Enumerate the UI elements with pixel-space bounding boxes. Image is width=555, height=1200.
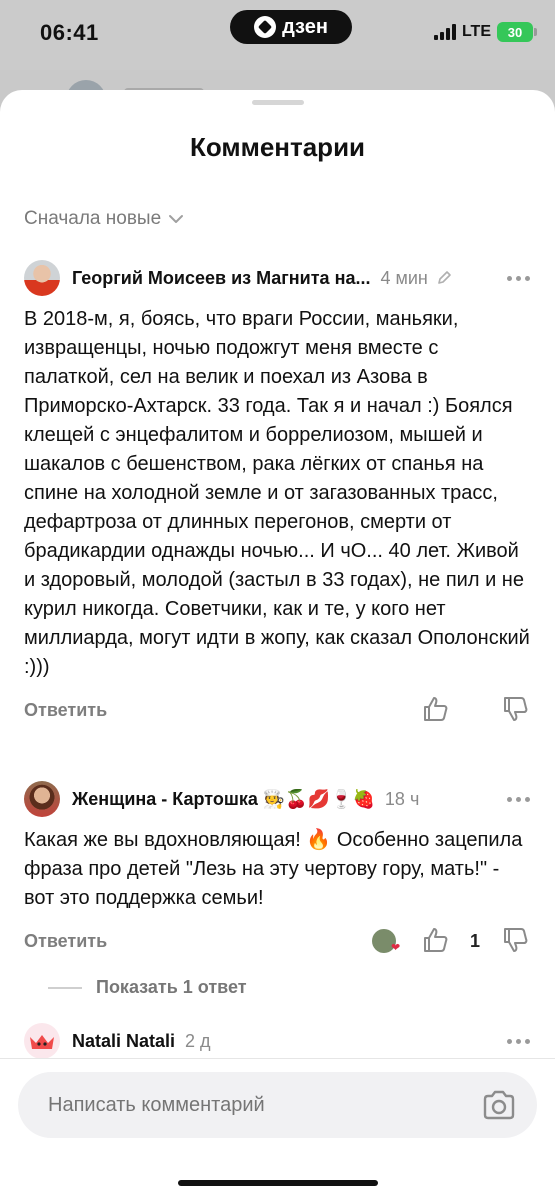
status-time: 06:41 (40, 20, 99, 45)
pencil-icon (438, 271, 451, 284)
comment-header: Георгий Моисеев из Магнита на... 4 мин (24, 259, 534, 297)
comment-time: 4 мин (380, 267, 428, 288)
dzen-logo-icon (254, 16, 277, 38)
signal-icon (433, 24, 456, 40)
comment-text: Какая же вы вдохновляющая! 🔥 Особенно за… (24, 829, 523, 909)
comment-input[interactable] (48, 1093, 479, 1117)
camera-icon[interactable] (479, 1085, 519, 1125)
thread-line (48, 986, 82, 989)
more-dots-icon[interactable] (503, 272, 534, 285)
comment-item: Георгий Моисеев из Магнита на... 4 мин В… (24, 259, 534, 732)
sort-dropdown[interactable]: Сначала новые (24, 208, 185, 230)
chevron-down-icon (169, 215, 184, 223)
status-bar: 06:41 дзен LTE 30 (0, 0, 555, 70)
thumbs-down-icon[interactable] (500, 925, 530, 955)
show-replies-button[interactable]: Показать 1 ответ (48, 977, 247, 998)
comment-item: Natali Natali 2 д (24, 1022, 534, 1060)
status-indicators: LTE 30 (433, 22, 537, 42)
battery-icon: 30 (497, 22, 537, 42)
comment-composer (18, 1072, 537, 1138)
comment-text: В 2018-м, я, боясь, что враги России, ма… (24, 308, 530, 678)
avatar[interactable] (24, 260, 60, 296)
comment-author[interactable]: Георгий Моисеев из Магнита на... (72, 268, 370, 289)
default-avatar-icon (30, 1035, 54, 1049)
network-label: LTE (461, 23, 491, 40)
more-dots-icon[interactable] (503, 1035, 534, 1048)
thumbs-up-icon[interactable] (420, 694, 450, 724)
reply-button[interactable]: Ответить (24, 931, 107, 952)
sheet-title: Комментарии (189, 132, 366, 162)
reply-button[interactable]: Ответить (24, 700, 107, 721)
comment-header: Женщина - Картошка 🧑‍🍳🍒💋🍷🍓 18 ч (24, 780, 534, 818)
app-pill-label: дзен (282, 15, 328, 38)
thumbs-up-icon[interactable] (420, 925, 450, 955)
comment-author[interactable]: Женщина - Картошка 🧑‍🍳🍒💋🍷🍓 (72, 789, 375, 810)
thumbs-down-icon[interactable] (500, 694, 530, 724)
like-count: 1 (470, 931, 481, 951)
show-replies-label: Показать 1 ответ (96, 977, 247, 997)
sort-label: Сначала новые (24, 208, 162, 229)
composer-divider (0, 1058, 555, 1059)
avatar[interactable] (24, 781, 60, 817)
avatar[interactable] (24, 1023, 60, 1059)
comment-time: 2 д (185, 1030, 211, 1051)
comment-item: Женщина - Картошка 🧑‍🍳🍒💋🍷🍓 18 ч Какая же… (24, 780, 534, 963)
more-dots-icon[interactable] (503, 793, 534, 806)
heart-icon: ❤ (391, 942, 401, 954)
comment-time: 18 ч (384, 788, 420, 809)
comment-actions: Ответить ❤ 1 (24, 923, 534, 963)
comment-header: Natali Natali 2 д (24, 1022, 534, 1060)
home-indicator[interactable] (178, 1180, 378, 1186)
comment-actions: Ответить (24, 692, 534, 732)
comment-author[interactable]: Natali Natali (72, 1031, 175, 1052)
sheet-grabber[interactable] (252, 100, 304, 105)
app-pill[interactable]: дзен (230, 10, 352, 44)
comments-sheet: Комментарии Сначала новые Георгий Моисее… (0, 90, 555, 1200)
